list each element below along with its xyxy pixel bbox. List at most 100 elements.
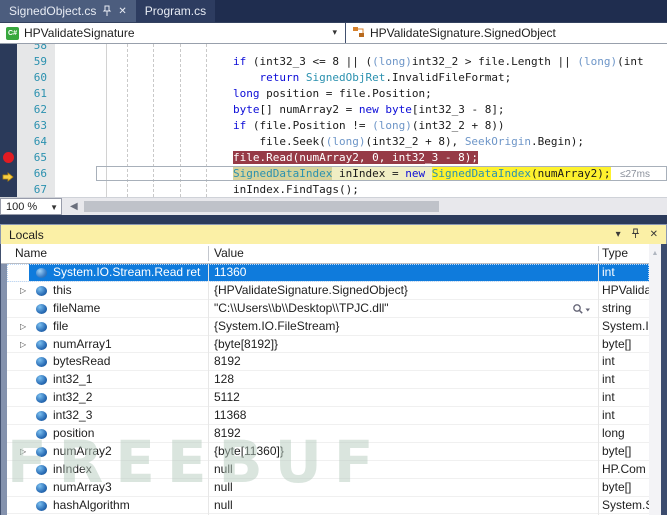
locals-row-this[interactable]: ▷this{HPValidateSignature.SignedObject}H… [7,282,649,300]
locals-row-filename[interactable]: fileName"C:\\Users\\b\\Desktop\\TPJC.dll… [7,300,649,318]
locals-titlebar[interactable]: Locals ▾ ✕ [0,224,667,244]
locals-row-inindex[interactable]: inIndexnullHP.Com [7,461,649,479]
column-splitter[interactable] [208,246,209,261]
code-token[interactable]: inIndex.FindTags(); [233,183,359,196]
pin-icon[interactable] [631,228,640,242]
code-token[interactable]: (int [617,55,644,68]
code-line-66[interactable]: SignedDataIndex inIndex = new SignedData… [0,166,667,182]
code-token[interactable]: int32_2 > file.Length || [412,55,578,68]
variable-value[interactable]: "C:\\Users\\b\\Desktop\\TPJC.dll" [208,301,598,315]
chevron-down-icon[interactable]: ▼ [50,203,58,212]
variable-value[interactable]: null [208,462,598,476]
expand-arrow-icon[interactable]: ▷ [20,447,26,456]
window-position-icon[interactable]: ▾ [616,230,621,240]
code-token[interactable]: (file.Position != [246,119,372,132]
code-token[interactable]: byte [233,103,260,116]
chevron-down-icon[interactable]: ▾ [332,27,337,38]
members-dropdown[interactable]: HPValidateSignature.SignedObject [346,23,667,43]
breakpoint-icon[interactable] [3,152,14,163]
variable-value[interactable]: {HPValidateSignature.SignedObject} [208,283,598,297]
code-token[interactable]: file.Seek( [233,135,326,148]
code-token[interactable]: SignedDataIndex [233,167,332,180]
expand-arrow-icon[interactable]: ▷ [20,322,26,331]
column-header-value[interactable]: Value [214,246,244,260]
zoom-level-dropdown[interactable]: 100 % ▼ [0,198,62,215]
code-token[interactable]: SignedObjRet [306,71,385,84]
locals-row-int32-3[interactable]: int32_311368int [7,407,649,425]
variable-value[interactable]: 5112 [208,390,598,404]
code-token[interactable]: [int32_3 - 8]; [412,103,505,116]
code-token[interactable]: long [233,87,260,100]
horizontal-scrollbar[interactable]: ◀ [62,198,667,215]
variable-value[interactable]: {System.IO.FileStream} [208,319,598,333]
pin-icon[interactable] [102,5,112,17]
expand-arrow-icon[interactable]: ▷ [20,340,26,349]
variable-value[interactable]: null [208,498,598,512]
code-token[interactable]: new [405,167,425,180]
code-token[interactable] [299,71,306,84]
code-token[interactable]: (int32_3 <= 8 || ( [246,55,372,68]
code-token[interactable]: byte [385,103,412,116]
code-line-61[interactable]: long position = file.Position; [0,86,667,102]
locals-row-position[interactable]: position8192long [7,425,649,443]
locals-row-int32-1[interactable]: int32_1128int [7,371,649,389]
variable-value[interactable]: null [208,480,598,494]
locals-row-numarray2[interactable]: ▷numArray2{byte[11360]}byte[] [7,443,649,461]
code-line-58[interactable] [0,44,667,54]
code-token[interactable]: if [233,119,246,132]
code-line-59[interactable]: if (int32_3 <= 8 || ((long)int32_2 > fil… [0,54,667,70]
code-editor[interactable]: if (int32_3 <= 8 || ((long)int32_2 > fil… [0,44,667,197]
scroll-left-icon[interactable]: ◀ [70,201,78,212]
variable-value[interactable]: {byte[8192]} [208,337,598,351]
locals-row-int32-2[interactable]: int32_25112int [7,389,649,407]
vertical-scrollbar[interactable]: ▲ [649,244,661,515]
locals-row-hashalgorithm[interactable]: hashAlgorithmnullSystem.S [7,497,649,515]
code-token[interactable]: SeekOrigin [465,135,531,148]
scroll-up-icon[interactable]: ▲ [649,244,661,257]
text-visualizer-magnifier-icon[interactable] [572,303,592,315]
column-header-type[interactable]: Type [602,246,628,260]
code-token[interactable]: new [359,103,379,116]
expand-arrow-icon[interactable]: ▷ [20,286,26,295]
code-token[interactable]: (long) [326,135,366,148]
close-icon[interactable]: ✕ [118,6,126,17]
code-token[interactable]: (long) [372,55,412,68]
tab-program[interactable]: Program.cs [136,0,215,22]
locals-row-system-io-stream-read-returned[interactable]: System.IO.Stream.Read returned11360int [7,264,649,282]
code-token[interactable]: .Begin); [531,135,584,148]
close-icon[interactable]: ✕ [650,230,658,240]
tab-signedobject[interactable]: SignedObject.cs ✕ [0,0,136,22]
code-token[interactable]: inIndex = [332,167,405,180]
code-token[interactable]: if [233,55,246,68]
variable-value[interactable]: 11368 [208,408,598,422]
code-token[interactable]: (long) [372,119,412,132]
code-line-60[interactable]: return SignedObjRet.InvalidFileFormat; [0,70,667,86]
locals-row-numarray3[interactable]: numArray3nullbyte[] [7,479,649,497]
column-splitter[interactable] [598,246,599,261]
column-header-name[interactable]: Name [15,246,47,260]
variable-value[interactable]: 128 [208,372,598,386]
variable-value[interactable]: {byte[11360]} [208,444,598,458]
breakpoint-margin[interactable] [0,44,17,197]
variable-value[interactable]: 11360 [208,265,598,279]
scrollbar-thumb[interactable] [84,201,439,212]
code-token[interactable]: [] numArray2 = [260,103,359,116]
perf-tip[interactable]: ≤27ms [620,167,650,183]
types-dropdown[interactable]: C# HPValidateSignature ▾ [0,23,346,43]
code-line-64[interactable]: file.Seek((long)(int32_2 + 8), SeekOrigi… [0,134,667,150]
code-line-62[interactable]: byte[] numArray2 = new byte[int32_3 - 8]… [0,102,667,118]
code-token[interactable]: SignedDataIndex [432,167,531,180]
code-token[interactable]: (int32_2 + 8), [365,135,464,148]
code-token[interactable]: (numArray2); [531,167,610,180]
variable-value[interactable]: 8192 [208,354,598,368]
locals-row-bytesread[interactable]: bytesRead8192int [7,353,649,371]
variable-value[interactable]: 8192 [208,426,598,440]
code-token[interactable]: (int32_2 + 8)) [412,119,505,132]
code-token[interactable]: file.Read(numArray2, 0, int32_3 - 8); [233,151,478,164]
code-line-67[interactable]: inIndex.FindTags(); [0,182,667,197]
code-token[interactable]: position = file.Position; [260,87,432,100]
code-token[interactable]: return [260,71,300,84]
code-token[interactable] [233,71,260,84]
code-token[interactable]: .InvalidFileFormat; [385,71,511,84]
locals-row-file[interactable]: ▷file{System.IO.FileStream}System.IO.Fil… [7,318,649,336]
